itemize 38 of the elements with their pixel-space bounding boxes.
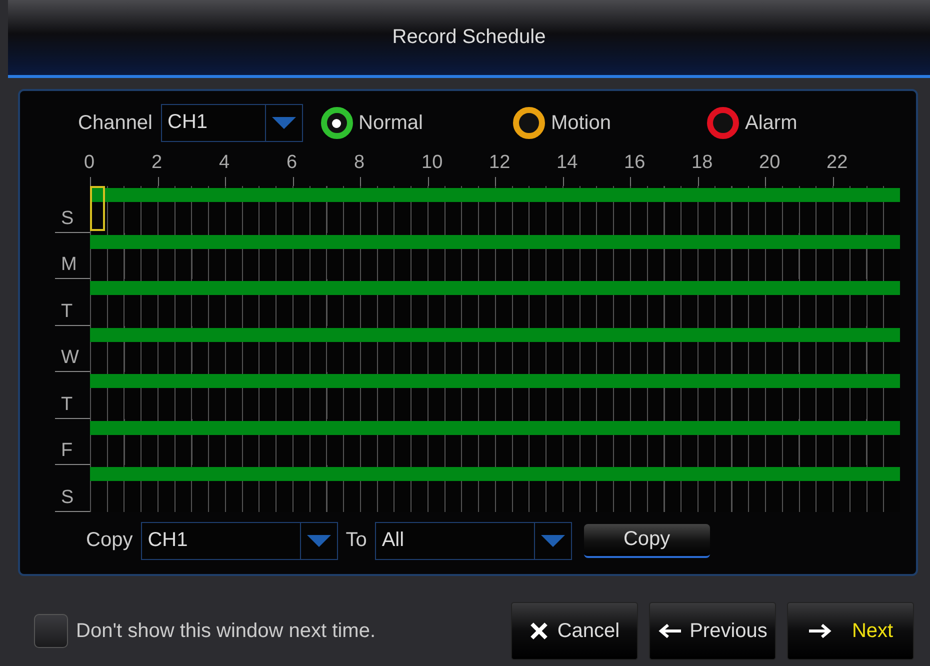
schedule-row[interactable] <box>90 418 900 465</box>
right-arrow-icon <box>808 623 832 639</box>
hour-label: 0 <box>84 152 95 174</box>
hour-label: 14 <box>556 152 578 174</box>
checkbox-label: Don't show this window next time. <box>76 620 376 642</box>
channel-label: Channel <box>78 112 153 134</box>
schedule-row[interactable] <box>90 232 900 279</box>
copy-label: Copy <box>86 529 133 552</box>
hour-label: 2 <box>152 152 162 174</box>
hour-label: 10 <box>422 152 443 174</box>
to-label: To <box>346 529 367 552</box>
left-arrow-icon <box>658 623 682 639</box>
cancel-button[interactable]: Cancel <box>511 602 638 660</box>
close-icon <box>529 621 550 641</box>
window-title: Record Schedule <box>392 26 546 49</box>
schedule-row[interactable] <box>90 279 900 326</box>
channel-dropdown[interactable]: CH1 <box>160 104 303 142</box>
copy-from-dropdown[interactable]: CH1 <box>140 522 338 560</box>
schedule-row[interactable] <box>90 186 900 232</box>
copy-button[interactable]: Copy <box>584 524 710 558</box>
hour-label: 4 <box>219 152 230 174</box>
hour-label: 12 <box>489 152 510 174</box>
hour-label: 8 <box>354 152 365 174</box>
hour-label: 18 <box>692 152 713 174</box>
schedule-row[interactable] <box>90 326 900 372</box>
copy-to-dropdown[interactable]: All <box>374 522 572 560</box>
hour-label: 20 <box>759 152 780 174</box>
checkbox[interactable] <box>34 614 68 648</box>
schedule-row[interactable] <box>90 372 900 418</box>
mode-radio[interactable]: Motion <box>512 107 611 139</box>
hour-label: 6 <box>286 152 298 174</box>
mode-radio[interactable]: Alarm <box>707 107 798 139</box>
hour-label: 16 <box>624 152 646 174</box>
mode-radio[interactable]: Normal <box>320 107 423 139</box>
day-label: S <box>55 186 90 232</box>
next-button[interactable]: Next <box>787 602 914 660</box>
previous-button[interactable]: Previous <box>649 602 776 660</box>
hour-label: 22 <box>826 152 848 174</box>
